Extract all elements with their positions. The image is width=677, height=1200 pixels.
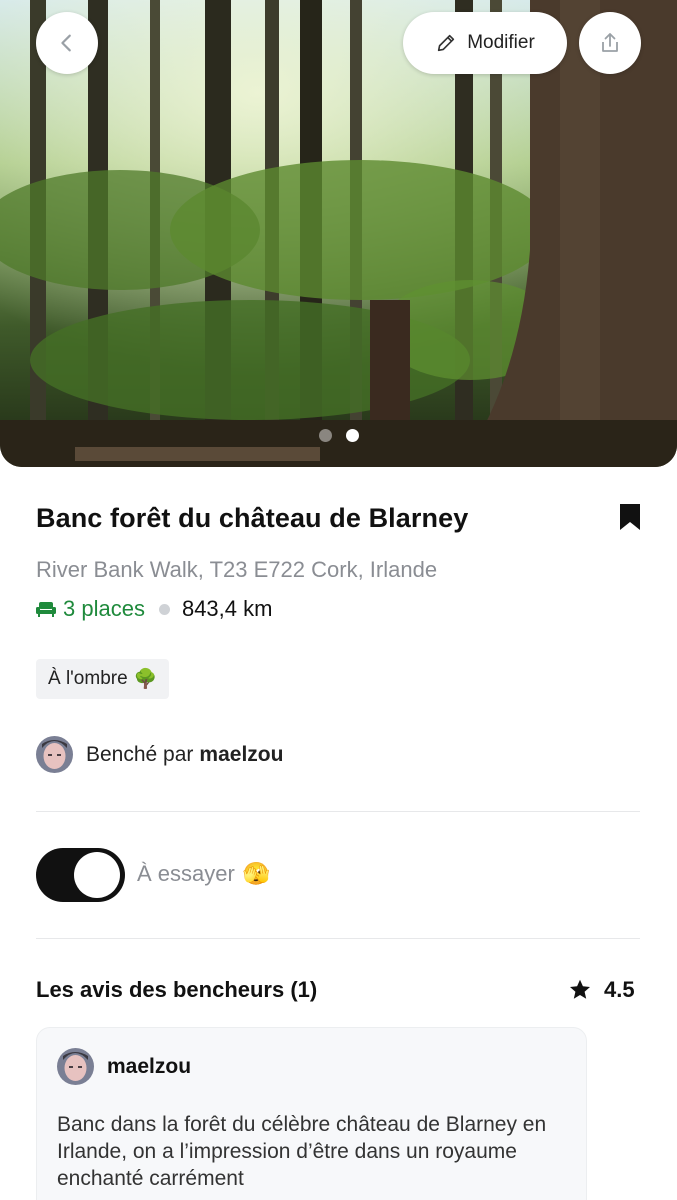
seats-count: 3 places (63, 596, 145, 621)
to-try-text: À essayer (137, 861, 235, 886)
edit-button[interactable]: Modifier (403, 12, 567, 74)
bench-photo-carousel[interactable]: Modifier (0, 0, 677, 467)
share-button[interactable] (579, 12, 641, 74)
tag-shade: À l'ombre 🌳 (36, 659, 170, 699)
chevron-left-icon (61, 34, 71, 52)
to-try-label: À essayer 🫣 (137, 861, 270, 887)
rating-value: 4.5 (604, 977, 635, 1002)
share-icon (602, 33, 618, 52)
separator-dot (158, 603, 170, 615)
bench-title: Banc forêt du château de Blarney (36, 503, 469, 533)
forest-photo (0, 0, 677, 467)
carousel-dot[interactable] (318, 429, 332, 442)
avatar (36, 736, 73, 773)
back-button[interactable] (36, 12, 98, 74)
bench-author[interactable]: Benché par maelzou (36, 736, 283, 773)
carousel-indicator (0, 429, 677, 442)
divider (36, 938, 640, 939)
bookmark-icon (620, 504, 640, 530)
review-text: Banc dans la forêt du célèbre château de… (57, 1113, 547, 1190)
distance: 843,4 km (181, 596, 273, 621)
tag-label: À l'ombre (48, 668, 128, 689)
to-try-toggle[interactable] (36, 848, 125, 902)
peeking-face-emoji-icon: 🫣 (242, 861, 271, 886)
divider (36, 811, 640, 812)
review-card[interactable]: maelzou Banc dans la forêt du célèbre ch… (36, 1027, 587, 1200)
sofa-icon (36, 602, 56, 617)
edit-button-label: Modifier (467, 32, 535, 53)
bench-meta: 3 places 843,4 km (36, 596, 272, 622)
star-icon (570, 979, 590, 999)
bookmark-button[interactable] (619, 503, 641, 536)
author-username[interactable]: maelzou (199, 743, 283, 767)
reviews-heading: Les avis des bencheurs (1) (36, 977, 318, 1002)
bench-address: River Bank Walk, T23 E722 Cork, Irlande (36, 557, 438, 582)
average-rating: 4.5 (568, 977, 635, 1003)
toggle-knob (74, 852, 120, 898)
tree-emoji-icon: 🌳 (133, 669, 158, 690)
reviewer-username: maelzou (107, 1054, 192, 1078)
reviewer[interactable]: maelzou (57, 1048, 191, 1085)
avatar (57, 1048, 94, 1085)
author-prefix: Benché par (86, 742, 194, 766)
carousel-dot-active[interactable] (345, 429, 359, 442)
pencil-icon (438, 34, 455, 52)
seats-info: 3 places (36, 596, 145, 622)
